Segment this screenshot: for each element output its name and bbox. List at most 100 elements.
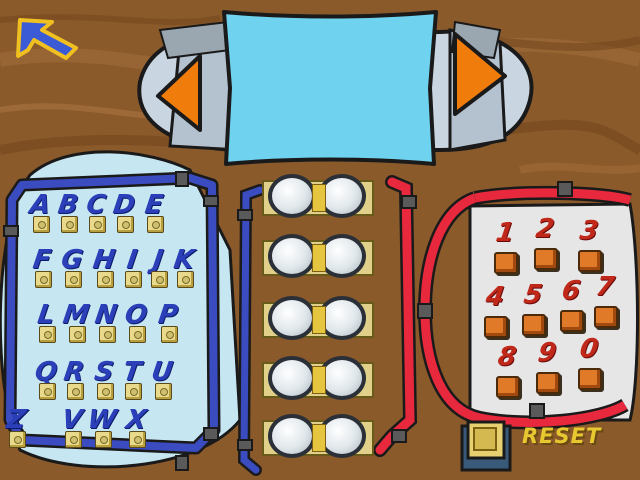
- reset-button-icon: [460, 420, 512, 472]
- slot-lens-left: [268, 174, 316, 218]
- letter-key-l[interactable]: L: [30, 300, 62, 349]
- number-push-button[interactable]: [494, 252, 518, 274]
- letter-push-button[interactable]: [89, 216, 106, 233]
- number-push-button[interactable]: [522, 314, 546, 336]
- slot-lens-left: [268, 234, 316, 278]
- letter-key-r[interactable]: R: [58, 357, 90, 406]
- letter-key-g[interactable]: G: [56, 245, 88, 294]
- number-label: 0: [577, 334, 601, 364]
- letter-key-o[interactable]: O: [120, 300, 152, 349]
- code-slot-5[interactable]: [262, 414, 374, 462]
- number-push-button[interactable]: [536, 372, 560, 394]
- letter-push-button[interactable]: [61, 216, 78, 233]
- letter-key-p[interactable]: P: [152, 300, 184, 349]
- letter-label: O: [122, 300, 150, 330]
- number-key-4[interactable]: 4: [478, 280, 512, 342]
- code-slot-3[interactable]: [262, 296, 374, 344]
- number-push-button[interactable]: [534, 248, 558, 270]
- letter-key-w[interactable]: W: [85, 405, 119, 454]
- letter-push-button[interactable]: [129, 431, 146, 448]
- game-scene: ABCDEFGHIJKLMNOPQRSTUVWXYZ 1234567890 RE…: [0, 0, 640, 480]
- letter-key-x[interactable]: X: [120, 405, 152, 454]
- letter-label: K: [171, 245, 197, 275]
- number-push-button[interactable]: [578, 368, 602, 390]
- code-slot-4[interactable]: [262, 356, 374, 404]
- letter-push-button[interactable]: [129, 326, 146, 343]
- number-push-button[interactable]: [578, 250, 602, 272]
- number-push-button[interactable]: [594, 306, 618, 328]
- letter-label: G: [59, 245, 85, 275]
- letter-label: P: [156, 300, 180, 330]
- number-key-7[interactable]: 7: [588, 270, 622, 332]
- code-slot-2[interactable]: [262, 234, 374, 282]
- letter-push-button[interactable]: [99, 326, 116, 343]
- letter-key-e[interactable]: E: [138, 190, 170, 239]
- number-key-2[interactable]: 2: [528, 212, 562, 274]
- letter-label: Z: [4, 405, 28, 435]
- letter-push-button[interactable]: [67, 383, 84, 400]
- letter-key-k[interactable]: K: [168, 245, 200, 294]
- letter-push-button[interactable]: [155, 383, 172, 400]
- letter-key-f[interactable]: F: [26, 245, 58, 294]
- number-label: 6: [559, 276, 583, 306]
- display-screen: [220, 8, 440, 170]
- number-label: 4: [483, 282, 507, 312]
- number-key-6[interactable]: 6: [554, 274, 588, 336]
- number-key-8[interactable]: 8: [490, 340, 524, 402]
- letter-push-button[interactable]: [65, 431, 82, 448]
- number-key-3[interactable]: 3: [572, 214, 606, 276]
- slot-bridge: [312, 366, 326, 394]
- letter-key-m[interactable]: M: [60, 300, 92, 349]
- letter-push-button[interactable]: [39, 383, 56, 400]
- number-label: 2: [533, 214, 557, 244]
- letter-push-button[interactable]: [117, 216, 134, 233]
- letter-push-button[interactable]: [33, 216, 50, 233]
- letter-push-button[interactable]: [39, 326, 56, 343]
- number-label: 9: [535, 338, 559, 368]
- letter-push-button[interactable]: [125, 383, 142, 400]
- slot-lens-left: [268, 356, 316, 400]
- reset-label[interactable]: RESET: [522, 424, 602, 454]
- back-arrow-icon: [16, 18, 78, 60]
- code-slot-1[interactable]: [262, 174, 374, 222]
- letter-label: W: [85, 405, 119, 435]
- slot-bridge: [312, 306, 326, 334]
- letter-push-button[interactable]: [69, 326, 86, 343]
- letter-push-button[interactable]: [65, 271, 82, 288]
- letter-push-button[interactable]: [97, 383, 114, 400]
- number-key-1[interactable]: 1: [488, 216, 522, 278]
- display-text: [240, 68, 420, 108]
- number-label: 3: [577, 216, 601, 246]
- number-label: 5: [521, 280, 545, 310]
- letter-push-button[interactable]: [147, 216, 164, 233]
- reset-button[interactable]: [458, 420, 516, 476]
- number-key-5[interactable]: 5: [516, 278, 550, 340]
- letter-push-button[interactable]: [9, 431, 26, 448]
- number-push-button[interactable]: [484, 316, 508, 338]
- next-button[interactable]: [445, 30, 515, 120]
- slot-lens-left: [268, 414, 316, 458]
- number-key-9[interactable]: 9: [530, 336, 564, 398]
- arrow-left-icon: [156, 54, 202, 132]
- letter-label: X: [123, 405, 149, 435]
- letter-push-button[interactable]: [97, 271, 114, 288]
- letter-key-t[interactable]: T: [116, 357, 148, 406]
- letter-label: E: [143, 190, 165, 220]
- number-push-button[interactable]: [560, 310, 584, 332]
- number-key-0[interactable]: 0: [572, 332, 606, 394]
- slot-bridge: [312, 184, 326, 212]
- letter-push-button[interactable]: [177, 271, 194, 288]
- number-push-button[interactable]: [496, 376, 520, 398]
- letter-key-z[interactable]: Z: [0, 405, 32, 454]
- letter-key-n[interactable]: N: [90, 300, 122, 349]
- letter-key-d[interactable]: D: [108, 190, 140, 239]
- letter-key-v[interactable]: V: [56, 405, 88, 454]
- slot-bridge: [312, 424, 326, 452]
- number-label: 7: [593, 272, 617, 302]
- letter-push-button[interactable]: [161, 326, 178, 343]
- letter-push-button[interactable]: [95, 431, 112, 448]
- back-button[interactable]: [10, 12, 80, 64]
- letter-key-u[interactable]: U: [146, 357, 178, 406]
- letter-push-button[interactable]: [35, 271, 52, 288]
- previous-button[interactable]: [150, 50, 210, 136]
